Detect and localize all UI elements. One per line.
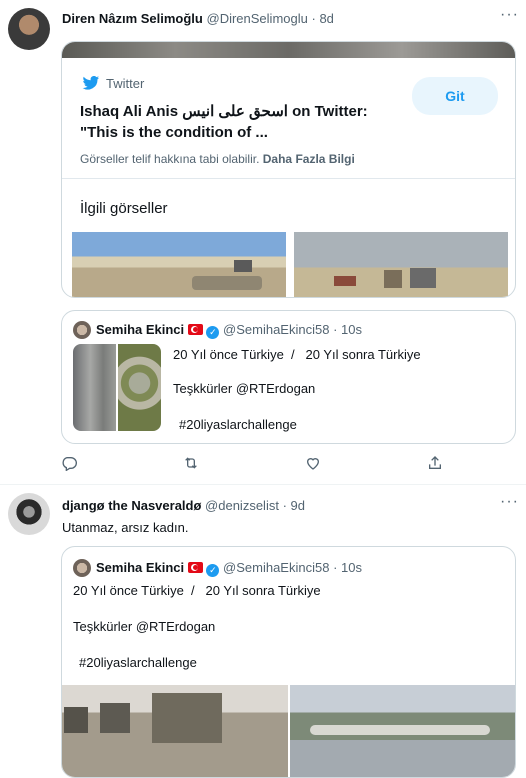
more-icon[interactable]: ···: [500, 493, 519, 511]
avatar[interactable]: [8, 8, 50, 50]
quoted-image-2[interactable]: [290, 685, 515, 777]
related-image-1[interactable]: [72, 232, 286, 297]
tweet-header: Diren Nâzım Selimoğlu @DirenSelimoglu · …: [62, 11, 334, 26]
like-icon[interactable]: [305, 455, 323, 473]
quoted-thumb-2[interactable]: [118, 344, 161, 431]
verified-icon: ✓: [206, 326, 220, 339]
quoted-text-1: 20 Yıl önce Türkiye / 20 Yıl sonra Türki…: [173, 347, 421, 362]
avatar[interactable]: [73, 321, 91, 339]
quoted-text-2: Teşkkürler @RTErdogan: [73, 619, 216, 634]
quoted-author-name[interactable]: Semiha Ekinci: [96, 560, 184, 575]
quoted-text-1: 20 Yıl önce Türkiye / 20 Yıl sonra Türki…: [73, 583, 321, 598]
tweet-header: djangø the Nasveraldø @denizselist · 9d: [62, 498, 306, 513]
quoted-tweet[interactable]: Semiha Ekinci ✓ @SemihaEkinci58 · 10s 20…: [61, 546, 516, 778]
card-title-1: Ishaq Ali Anis اسحق علی انیس on Twitter:: [80, 103, 368, 120]
related-images-heading: İlgili görseller: [80, 200, 168, 217]
tweet-1[interactable]: Diren Nâzım Selimoğlu @DirenSelimoglu · …: [0, 0, 526, 484]
card-source: Twitter: [106, 76, 145, 91]
quoted-image-1[interactable]: [62, 685, 288, 777]
author-handle[interactable]: @denizselist: [205, 498, 279, 513]
quoted-header: Semiha Ekinci ✓ @SemihaEkinci58 · 10s: [96, 322, 363, 339]
quoted-author-name[interactable]: Semiha Ekinci: [96, 322, 184, 337]
go-button[interactable]: Git: [412, 77, 498, 115]
tweet-2[interactable]: djangø the Nasveraldø @denizselist · 9d …: [0, 485, 526, 778]
link-card[interactable]: Twitter Ishaq Ali Anis اسحق علی انیس on …: [61, 41, 516, 298]
retweet-icon[interactable]: [182, 455, 200, 473]
verified-icon: ✓: [206, 564, 220, 577]
author-handle[interactable]: @DirenSelimoglu: [207, 11, 308, 26]
tweet-time[interactable]: 8d: [319, 11, 333, 26]
card-divider: [62, 178, 515, 179]
quoted-time[interactable]: 10s: [341, 560, 362, 575]
tweet-text: Utanmaz, arsız kadın.: [62, 520, 189, 535]
quoted-hashtag[interactable]: #20liyaslarchallenge: [79, 655, 197, 670]
quoted-thumb-1[interactable]: [73, 344, 116, 431]
quoted-hashtag[interactable]: #20liyaslarchallenge: [179, 417, 297, 432]
quoted-author-handle[interactable]: @SemihaEkinci58: [223, 322, 329, 337]
copyright-notice: Görseller telif hakkına tabi olabilir.: [80, 152, 260, 166]
quoted-author-handle[interactable]: @SemihaEkinci58: [223, 560, 329, 575]
more-info-link[interactable]: Daha Fazla Bilgi: [263, 152, 355, 166]
tweet-time[interactable]: 9d: [291, 498, 305, 513]
quoted-time[interactable]: 10s: [341, 322, 362, 337]
author-name[interactable]: Diren Nâzım Selimoğlu: [62, 11, 203, 26]
twitter-bird-icon: [82, 76, 100, 90]
quoted-text-2: Teşkkürler @RTErdogan: [173, 381, 316, 396]
related-image-2[interactable]: [294, 232, 508, 297]
card-title-2: "This is the condition of ...: [80, 124, 268, 141]
turkish-flag-icon: [187, 562, 203, 573]
author-name[interactable]: djangø the Nasveraldø: [62, 498, 201, 513]
reply-icon[interactable]: [61, 455, 79, 473]
card-notice: Görseller telif hakkına tabi olabilir. D…: [80, 152, 355, 166]
avatar[interactable]: [8, 493, 50, 535]
card-top-image: [62, 42, 515, 58]
more-icon[interactable]: ···: [500, 6, 519, 24]
quoted-header: Semiha Ekinci ✓ @SemihaEkinci58 · 10s: [96, 560, 363, 577]
avatar[interactable]: [73, 559, 91, 577]
share-icon[interactable]: [427, 455, 445, 473]
quoted-tweet[interactable]: Semiha Ekinci ✓ @SemihaEkinci58 · 10s 20…: [61, 310, 516, 444]
turkish-flag-icon: [187, 324, 203, 335]
